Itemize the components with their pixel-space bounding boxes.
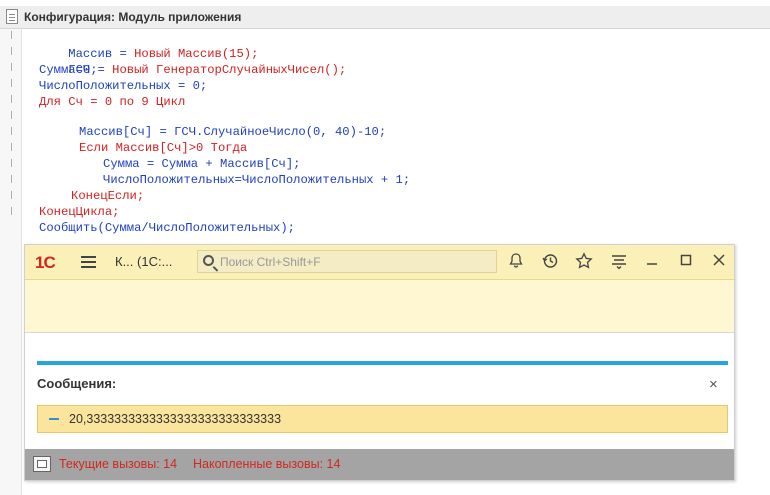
editor-title-bar: Конфигурация: Модуль приложения [0,6,770,29]
code-editor[interactable]: Массив = Новый Массив(15); ГСЧ = Новый Г… [0,0,410,235]
message-row[interactable]: 20,3333333333333333333333333333 [37,405,728,433]
code-line-11: КонецЦикла; [39,205,120,219]
maximize-icon[interactable] [676,252,696,272]
status-bar: Текущие вызовы: 14 Накопленные вызовы: 1… [25,449,734,480]
star-icon[interactable] [574,252,594,272]
history-icon[interactable] [540,252,560,272]
code-line-12: Сообщить(Сумма/ЧислоПоложительных); [39,221,295,235]
editor-title: Конфигурация: Модуль приложения [24,10,242,24]
code-line-9: ЧислоПоложительных=ЧислоПоложительных + … [103,173,411,187]
minimize-icon[interactable] [642,252,662,272]
performance-icon[interactable] [33,456,51,472]
current-calls: Текущие вызовы: 14 [59,457,178,471]
client-header: 1С К... (1С:... Поиск Ctrl+Shift+F [25,245,734,280]
form-area [25,280,734,333]
code-line-7: Если Массив[Сч]>0 Тогда [79,141,248,155]
code-line-10: КонецЕсли; [71,189,145,203]
messages-title: Сообщения: [37,376,117,391]
settings-menu-icon[interactable] [609,252,629,272]
search-placeholder: Поиск Ctrl+Shift+F [220,255,321,269]
1c-logo: 1С [35,253,56,272]
bell-icon[interactable] [506,252,526,272]
accumulated-calls: Накопленные вызовы: 14 [193,457,341,471]
code-line-8: Сумма = Сумма + Массив[Сч]; [103,157,301,171]
code-keyword: Новый ГенераторСлучайныхЧисел(); [112,63,347,77]
code-line-3: Сумма=0; [39,63,98,77]
code-line-4: ЧислоПоложительных = 0; [39,79,208,93]
code-line-6: Массив[Сч] = ГСЧ.СлучайноеЧисло(0, 40)-1… [79,125,387,139]
message-marker-icon [49,418,59,420]
messages-close-icon[interactable]: × [709,376,718,393]
code-line-5: Для Сч = 0 по 9 Цикл [39,95,186,109]
message-text: 20,3333333333333333333333333333 [69,412,282,426]
search-field[interactable]: Поиск Ctrl+Shift+F [197,250,497,273]
client-window: 1С К... (1С:... Поиск Ctrl+Shift+F Сообщ… [24,244,735,481]
search-icon [203,255,214,266]
messages-divider [37,361,728,365]
close-icon[interactable] [709,252,729,272]
main-menu-icon[interactable] [81,256,96,268]
app-title: К... (1С:... [115,254,173,269]
